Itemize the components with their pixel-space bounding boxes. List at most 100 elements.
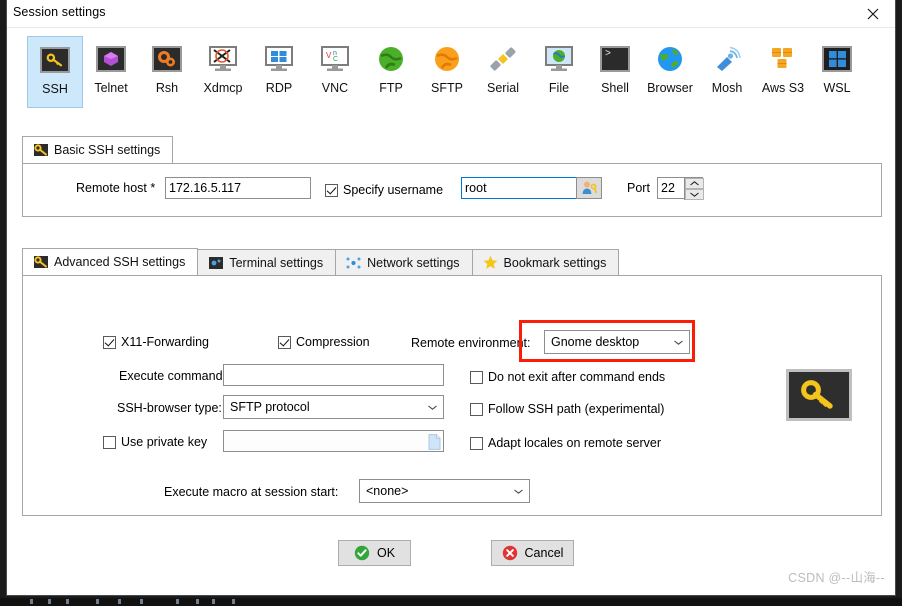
protocol-ssh[interactable]: SSH xyxy=(27,36,83,108)
remote-host-input[interactable] xyxy=(165,177,311,199)
protocol-file[interactable]: File xyxy=(531,36,587,108)
specify-username-checkbox[interactable]: Specify username xyxy=(325,183,443,197)
chevron-down-icon xyxy=(690,192,699,197)
cancel-button[interactable]: Cancel xyxy=(491,540,574,566)
compression-label: Compression xyxy=(296,335,370,349)
ok-label: OK xyxy=(376,546,396,560)
protocol-wsl[interactable]: WSL xyxy=(809,36,865,108)
ssh-key-icon xyxy=(39,45,71,75)
protocol-vnc[interactable]: V n C VNC xyxy=(307,36,363,108)
port-spinner[interactable] xyxy=(684,178,704,200)
file-monitor-icon xyxy=(543,44,575,74)
user-key-icon xyxy=(582,181,597,194)
protocol-label: SSH xyxy=(42,82,68,96)
screen: Session settings SSH Telnet Rsh Xdmcp RD… xyxy=(0,0,902,606)
specify-username-label: Specify username xyxy=(343,183,444,197)
execute-macro-value: <none> xyxy=(366,484,409,498)
terminal-icon xyxy=(208,255,223,270)
window-title: Session settings xyxy=(13,5,106,19)
protocol-label: RDP xyxy=(265,81,293,95)
ssh-browser-type-select[interactable]: SFTP protocol xyxy=(223,395,444,419)
protocol-label: Aws S3 xyxy=(761,81,805,95)
tab-bookmark-settings[interactable]: Bookmark settings xyxy=(471,249,620,276)
serial-plug-icon xyxy=(487,44,519,74)
checkbox-box xyxy=(325,183,338,197)
tab-label: Terminal settings xyxy=(229,255,324,270)
chevron-up-icon xyxy=(690,181,699,186)
protocol-label: Mosh xyxy=(711,81,743,95)
ok-button[interactable]: OK xyxy=(338,540,411,566)
use-private-key-label: Use private key xyxy=(121,435,208,449)
protocol-telnet[interactable]: Telnet xyxy=(83,36,139,108)
ftp-globe-icon xyxy=(375,44,407,74)
checkbox-box xyxy=(278,335,291,349)
telnet-icon xyxy=(95,44,127,74)
tab-advanced-ssh-settings[interactable]: Advanced SSH settings xyxy=(22,248,199,276)
checkbox-box xyxy=(470,436,483,450)
protocol-xdmcp[interactable]: Xdmcp xyxy=(195,36,251,108)
protocol-rdp[interactable]: RDP xyxy=(251,36,307,108)
protocol-sftp[interactable]: SFTP xyxy=(419,36,475,108)
protocol-label: Rsh xyxy=(155,81,179,95)
select-user-button[interactable] xyxy=(576,177,602,199)
csdn-watermark: CSDN @--山海-- xyxy=(788,571,885,585)
protocol-label: File xyxy=(548,81,570,95)
checkbox-box xyxy=(470,370,483,384)
adapt-locales-checkbox[interactable]: Adapt locales on remote server xyxy=(470,436,661,450)
follow-ssh-path-checkbox[interactable]: Follow SSH path (experimental) xyxy=(470,402,664,416)
remote-environment-select[interactable]: Gnome desktop xyxy=(544,330,690,354)
tab-label: Basic SSH settings xyxy=(54,143,161,157)
tab-label: Network settings xyxy=(367,255,460,270)
basic-ssh-settings-panel: Remote host * Specify username Port xyxy=(22,163,882,217)
protocol-serial[interactable]: Serial xyxy=(475,36,531,108)
use-private-key-checkbox[interactable]: Use private key xyxy=(103,435,207,449)
browser-globe-icon xyxy=(654,44,686,74)
tab-basic-ssh-settings[interactable]: Basic SSH settings xyxy=(22,136,174,164)
protocol-rsh[interactable]: Rsh xyxy=(139,36,195,108)
protocol-label: SFTP xyxy=(431,81,463,95)
do-not-exit-checkbox[interactable]: Do not exit after command ends xyxy=(470,370,665,384)
network-icon xyxy=(346,255,361,270)
port-spinner-down[interactable] xyxy=(685,189,704,200)
compression-checkbox[interactable]: Compression xyxy=(278,335,370,349)
chevron-down-icon xyxy=(507,489,529,494)
protocol-mosh[interactable]: Mosh xyxy=(699,36,755,108)
tab-terminal-settings[interactable]: Terminal settings xyxy=(197,249,337,276)
close-button[interactable] xyxy=(851,0,895,27)
protocol-label: Serial xyxy=(487,81,519,95)
star-icon xyxy=(483,255,498,270)
execute-macro-select[interactable]: <none> xyxy=(359,479,530,503)
port-spinner-up[interactable] xyxy=(685,178,704,189)
execute-command-label: Execute command: xyxy=(119,369,226,383)
file-browse-icon[interactable] xyxy=(428,434,441,455)
wsl-windows-icon xyxy=(821,44,853,74)
port-label: Port xyxy=(627,181,650,195)
advanced-ssh-settings-panel: X11-Forwarding Compression Remote enviro… xyxy=(22,275,882,516)
advanced-tabstrip: Advanced SSH settings Terminal settings xyxy=(22,248,620,276)
protocol-browser[interactable]: Browser xyxy=(637,36,703,108)
mosh-dish-icon xyxy=(711,44,743,74)
protocol-shell[interactable]: > Shell xyxy=(587,36,643,108)
rdp-icon xyxy=(263,44,295,74)
ssh-browser-type-value: SFTP protocol xyxy=(230,400,310,414)
checkbox-box xyxy=(103,335,116,349)
svg-text:V: V xyxy=(326,51,332,60)
execute-command-input[interactable] xyxy=(223,364,444,386)
tab-network-settings[interactable]: Network settings xyxy=(335,249,473,276)
protocol-label: Telnet xyxy=(94,81,128,95)
x11-forwarding-checkbox[interactable]: X11-Forwarding xyxy=(103,335,209,349)
protocol-label: WSL xyxy=(823,81,851,95)
tab-label: Advanced SSH settings xyxy=(54,255,186,269)
checkbox-box xyxy=(470,402,483,416)
protocol-toolbar: SSH Telnet Rsh Xdmcp RDP V n C VNC FTP S… xyxy=(7,30,895,110)
ssh-key-icon xyxy=(33,255,48,270)
protocol-ftp[interactable]: FTP xyxy=(363,36,419,108)
follow-ssh-path-label: Follow SSH path (experimental) xyxy=(488,402,665,416)
protocol-label: FTP xyxy=(379,81,403,95)
basic-tabstrip: Basic SSH settings xyxy=(22,136,174,164)
vnc-icon: V n C xyxy=(319,44,351,74)
protocol-aws-s3[interactable]: Aws S3 xyxy=(752,36,814,108)
private-key-path-input[interactable] xyxy=(223,430,444,452)
ssh-browser-type-label: SSH-browser type: xyxy=(117,401,222,415)
username-input[interactable] xyxy=(461,177,577,199)
